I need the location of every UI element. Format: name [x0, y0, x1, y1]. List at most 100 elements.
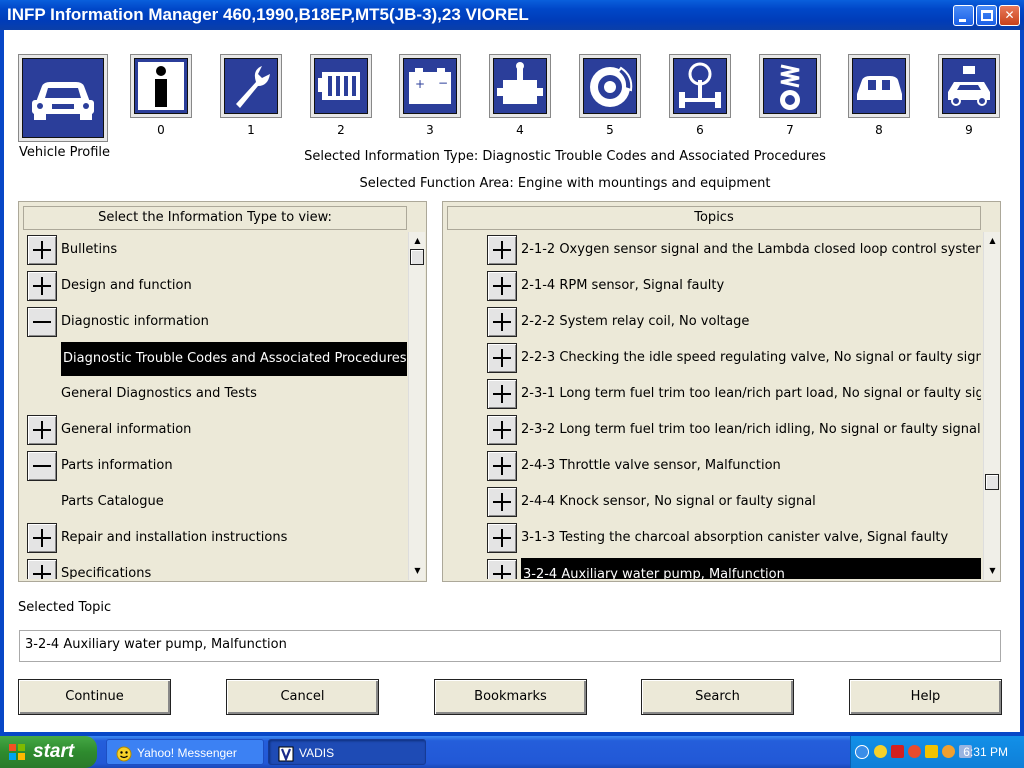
tree-item-label: Repair and installation instructions	[61, 530, 288, 545]
car-siren-icon	[942, 58, 996, 114]
topic-item[interactable]: 2-3-1 Long term fuel trim too lean/rich …	[447, 376, 981, 412]
topic-item-label: 3-2-4 Auxiliary water pump, Malfunction	[521, 558, 981, 579]
tree-item[interactable]: Design and function	[23, 268, 407, 304]
selected-topic-field[interactable]: 3-2-4 Auxiliary water pump, Malfunction	[19, 630, 1001, 662]
topic-item-label: 3-1-3 Testing the charcoal absorption ca…	[521, 530, 949, 545]
svg-text:+: +	[415, 77, 425, 91]
function-area-button-6[interactable]	[669, 54, 731, 118]
topic-item[interactable]: 2-1-4 RPM sensor, Signal faulty	[447, 268, 981, 304]
function-area-button-3[interactable]: + −	[399, 54, 461, 118]
topic-item[interactable]: 3-1-3 Testing the charcoal absorption ca…	[447, 520, 981, 556]
taskbar-item-label: Yahoo! Messenger	[137, 746, 237, 760]
function-area-button-2[interactable]	[310, 54, 372, 118]
tray-expand-icon[interactable]	[855, 745, 869, 759]
left-scrollbar[interactable]: ▲ ▼	[408, 232, 425, 580]
expand-plus-icon[interactable]	[27, 271, 57, 301]
acrobat-tray-icon[interactable]	[891, 745, 904, 758]
tree-item[interactable]: Diagnostic Trouble Codes and Associated …	[23, 340, 407, 376]
battery-icon: + −	[403, 58, 457, 114]
topic-item[interactable]: 3-2-4 Auxiliary water pump, Malfunction	[447, 556, 981, 579]
expand-plus-icon[interactable]	[487, 307, 517, 337]
scroll-up-icon[interactable]: ▲	[984, 234, 1001, 248]
function-area-button-4[interactable]	[489, 54, 551, 118]
wrench-icon	[224, 58, 278, 114]
topic-item[interactable]: 2-2-3 Checking the idle speed regulating…	[447, 340, 981, 376]
security-shield-icon[interactable]	[925, 745, 938, 758]
expand-plus-icon[interactable]	[487, 523, 517, 553]
topic-item[interactable]: 2-2-2 System relay coil, No voltage	[447, 304, 981, 340]
function-area-button-7[interactable]	[759, 54, 821, 118]
collapse-minus-icon[interactable]	[27, 451, 57, 481]
left-scroll-thumb[interactable]	[410, 249, 424, 265]
start-button[interactable]: start	[0, 736, 97, 768]
scroll-up-icon[interactable]: ▲	[409, 234, 426, 248]
scroll-down-icon[interactable]: ▼	[984, 564, 1001, 578]
close-button[interactable]: ✕	[999, 5, 1020, 26]
function-area-number: 5	[606, 123, 614, 137]
yahoo-tray-icon[interactable]	[874, 745, 887, 758]
tree-item-label: Specifications	[61, 566, 152, 579]
maximize-button[interactable]	[976, 5, 997, 26]
minimize-icon	[959, 19, 966, 22]
topic-item-label: 2-4-4 Knock sensor, No signal or faulty …	[521, 494, 816, 509]
taskbar-item-yahoo[interactable]: Yahoo! Messenger	[106, 739, 264, 765]
minimize-button[interactable]	[953, 5, 974, 26]
expand-plus-icon[interactable]	[27, 523, 57, 553]
expand-plus-icon[interactable]	[487, 559, 517, 579]
scroll-down-icon[interactable]: ▼	[409, 564, 426, 578]
start-label: start	[33, 741, 75, 762]
function-area-number: 3	[426, 123, 434, 137]
tree-item[interactable]: Bulletins	[23, 232, 407, 268]
vehicle-profile-button[interactable]	[18, 54, 108, 142]
yahoo-messenger-icon	[116, 745, 132, 762]
tree-item[interactable]: Diagnostic information	[23, 304, 407, 340]
clock: 6:31 PM	[963, 745, 1008, 759]
search-button[interactable]: Search	[641, 679, 794, 715]
function-area-button-5[interactable]	[579, 54, 641, 118]
expand-plus-icon[interactable]	[487, 415, 517, 445]
topic-item[interactable]: 2-4-3 Throttle valve sensor, Malfunction	[447, 448, 981, 484]
topic-item[interactable]: 2-1-2 Oxygen sensor signal and the Lambd…	[447, 232, 981, 268]
help-button[interactable]: Help	[849, 679, 1002, 715]
function-area-number: 9	[965, 123, 973, 137]
tree-item[interactable]: Specifications	[23, 556, 407, 579]
expand-plus-icon[interactable]	[487, 379, 517, 409]
tree-item[interactable]: General Diagnostics and Tests	[23, 376, 407, 412]
continue-button[interactable]: Continue	[18, 679, 171, 715]
taskbar-item-vadis[interactable]: VADIS	[268, 739, 426, 765]
function-area-button-0[interactable]	[130, 54, 192, 118]
selected-topic-label: Selected Topic	[18, 600, 112, 615]
right-scrollbar[interactable]: ▲ ▼	[983, 232, 1000, 580]
expand-plus-icon[interactable]	[487, 343, 517, 373]
tree-item[interactable]: General information	[23, 412, 407, 448]
collapse-minus-icon[interactable]	[27, 307, 57, 337]
function-area-number: 4	[516, 123, 524, 137]
topic-item-label: 2-4-3 Throttle valve sensor, Malfunction	[521, 458, 781, 473]
expand-plus-icon[interactable]	[487, 487, 517, 517]
right-scroll-thumb[interactable]	[985, 474, 999, 490]
tree-item[interactable]: Parts Catalogue	[23, 484, 407, 520]
topic-item[interactable]: 2-3-2 Long term fuel trim too lean/rich …	[447, 412, 981, 448]
bookmarks-button[interactable]: Bookmarks	[434, 679, 587, 715]
tree-item-label: Bulletins	[61, 242, 118, 257]
function-area-button-1[interactable]	[220, 54, 282, 118]
function-area-button-9[interactable]	[938, 54, 1000, 118]
topic-item-label: 2-2-2 System relay coil, No voltage	[521, 314, 750, 329]
expand-plus-icon[interactable]	[27, 559, 57, 579]
expand-plus-icon[interactable]	[487, 271, 517, 301]
tree-item[interactable]: Parts information	[23, 448, 407, 484]
tray-app-icon[interactable]	[908, 745, 921, 758]
function-area-number: 6	[696, 123, 704, 137]
engine-block-icon	[314, 58, 368, 114]
tree-item-label: Parts information	[61, 458, 173, 473]
expand-plus-icon[interactable]	[27, 235, 57, 265]
tree-item[interactable]: Repair and installation instructions	[23, 520, 407, 556]
expand-plus-icon[interactable]	[487, 235, 517, 265]
function-area-button-8[interactable]	[848, 54, 910, 118]
tray-alert-icon[interactable]	[942, 745, 955, 758]
title-bar[interactable]: INFP Information Manager 460,1990,B18EP,…	[0, 0, 1024, 30]
cancel-button[interactable]: Cancel	[226, 679, 379, 715]
topic-item[interactable]: 2-4-4 Knock sensor, No signal or faulty …	[447, 484, 981, 520]
expand-plus-icon[interactable]	[487, 451, 517, 481]
expand-plus-icon[interactable]	[27, 415, 57, 445]
